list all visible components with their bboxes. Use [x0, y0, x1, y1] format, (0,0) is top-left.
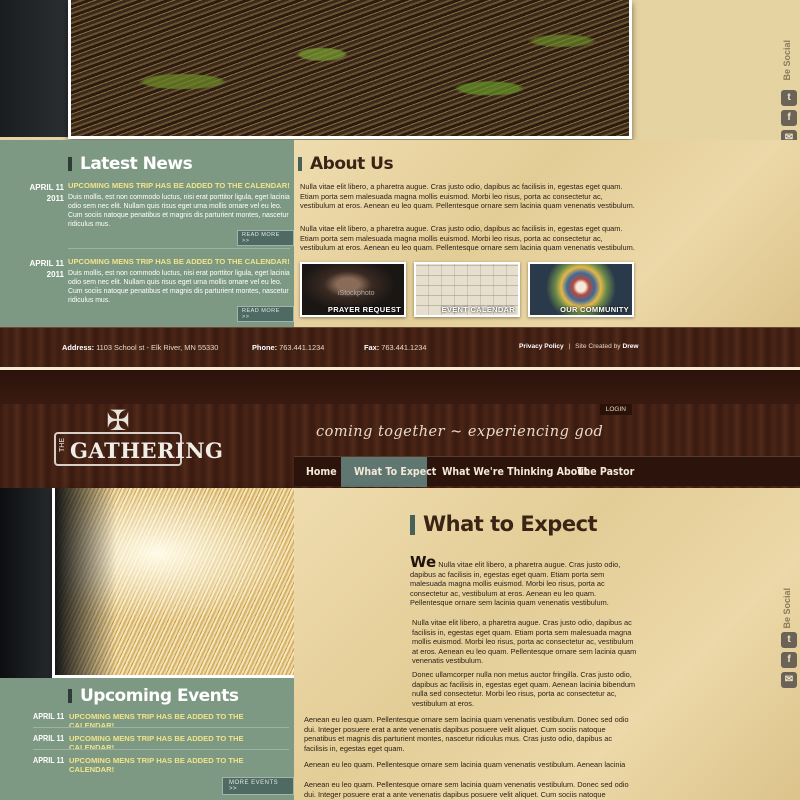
- thumb-caption: PRAYER REQUEST: [327, 305, 401, 314]
- logo-text: GATHERING: [70, 438, 224, 463]
- event-divider: [33, 727, 289, 728]
- body-paragraph: Aenean eu leo quam. Pellentesque ornare …: [304, 780, 629, 799]
- facebook-icon[interactable]: f: [781, 110, 797, 126]
- event-item[interactable]: APRIL 11 UPCOMING MENS TRIP HAS BE ADDED…: [33, 755, 289, 775]
- nav-the-pastor[interactable]: The Pastor: [577, 457, 634, 487]
- footer-fax: Fax: 763.441.1234: [364, 343, 427, 352]
- news-title-link[interactable]: UPCOMING MENS TRIP HAS BE ADDED TO THE C…: [68, 257, 290, 266]
- social-label: Be Social: [782, 40, 792, 81]
- site-header: LOGIN ✠ THE GATHERING coming together ~ …: [0, 370, 800, 488]
- page-title: What to Expect: [410, 512, 598, 536]
- title-bar-accent: [68, 689, 72, 703]
- site-credit-link[interactable]: Drew: [622, 343, 638, 350]
- site-tagline: coming together ~ experiencing god: [316, 424, 604, 440]
- about-paragraph: Nulla vitae elit libero, a pharetra augu…: [300, 182, 635, 210]
- header-top-band: [0, 370, 800, 404]
- news-body: Duis mollis, est non commodo luctus, nis…: [68, 194, 290, 228]
- read-more-button[interactable]: READ MORE >>: [237, 230, 294, 246]
- social-bar-top: Be Social t f ✉: [778, 40, 800, 150]
- social-bar-bottom: Be Social t f ✉: [778, 588, 800, 698]
- privacy-policy-link[interactable]: Privacy Policy: [519, 343, 564, 350]
- about-us-title: About Us: [298, 154, 394, 174]
- top-hero-image-grass: [68, 0, 632, 139]
- title-bar-accent: [410, 515, 415, 535]
- thumb-caption: EVENT CALENDAR: [441, 305, 515, 314]
- main-nav: Home What To Expect What We're Thinking …: [294, 456, 800, 487]
- thumb-prayer-request[interactable]: iStockphoto PRAYER REQUEST: [300, 262, 406, 317]
- event-item[interactable]: APRIL 11 UPCOMING MENS TRIP HAS BE ADDED…: [33, 733, 289, 753]
- news-date: APRIL 11 2011: [29, 183, 64, 203]
- top-footer: Address: 1103 School st - Elk River, MN …: [0, 327, 800, 367]
- what-to-expect-content: What to Expect We Nulla vitae elit liber…: [294, 488, 800, 800]
- thumb-caption: OUR COMMUNITY: [560, 305, 629, 314]
- nav-what-were-thinking-about[interactable]: What We're Thinking About: [442, 457, 589, 487]
- more-events-button[interactable]: MORE EVENTS >>: [222, 777, 294, 795]
- site-logo[interactable]: ✠ THE GATHERING: [54, 406, 223, 500]
- top-left-shadow-strip: [0, 0, 70, 137]
- latest-news-title: Latest News: [68, 154, 193, 174]
- title-bar-accent: [68, 157, 72, 171]
- intro-paragraph: We Nulla vitae elit libero, a pharetra a…: [410, 553, 621, 608]
- email-icon[interactable]: ✉: [781, 672, 797, 688]
- about-paragraph: Nulla vitae elit libero, a pharetra augu…: [300, 224, 635, 252]
- news-divider: [68, 248, 290, 249]
- news-body: Duis mollis, est non commodo luctus, nis…: [68, 270, 290, 304]
- footer-links: Privacy Policy | Site Created by Drew: [519, 343, 639, 350]
- news-title-link[interactable]: UPCOMING MENS TRIP HAS BE ADDED TO THE C…: [68, 181, 290, 190]
- twitter-icon[interactable]: t: [781, 632, 797, 648]
- body-paragraph: Aenean eu leo quam. Pellentesque ornare …: [304, 760, 626, 769]
- event-item[interactable]: APRIL 11 UPCOMING MENS TRIP HAS BE ADDED…: [33, 711, 289, 731]
- social-label: Be Social: [782, 588, 792, 629]
- event-divider: [33, 749, 289, 750]
- logo-frame: THE GATHERING: [54, 432, 223, 466]
- read-more-button[interactable]: READ MORE >>: [237, 306, 294, 322]
- title-bar-accent: [298, 157, 302, 171]
- body-paragraph: Aenean eu leo quam. Pellentesque ornare …: [304, 715, 629, 753]
- upcoming-events-title: Upcoming Events: [68, 686, 239, 706]
- nav-home[interactable]: Home: [306, 457, 337, 487]
- footer-phone: Phone: 763.441.1234: [252, 343, 325, 352]
- dropcap: We: [410, 553, 437, 571]
- twitter-icon[interactable]: t: [781, 90, 797, 106]
- logo-the-text: THE: [59, 438, 66, 452]
- body-paragraph: Nulla vitae elit libero, a pharetra augu…: [412, 618, 637, 665]
- body-paragraph: Donec ullamcorper nulla non metus auctor…: [412, 670, 636, 708]
- bottom-left-shadow-strip: [0, 488, 60, 678]
- thumb-event-calendar[interactable]: EVENT CALENDAR: [414, 262, 520, 317]
- upcoming-events-section: Upcoming Events APRIL 11 UPCOMING MENS T…: [0, 678, 294, 800]
- facebook-icon[interactable]: f: [781, 652, 797, 668]
- thumb-watermark: iStockphoto: [338, 290, 375, 297]
- latest-news-section: Latest News APRIL 11 2011 UPCOMING MENS …: [0, 140, 294, 327]
- nav-what-to-expect[interactable]: What To Expect: [354, 457, 436, 487]
- news-date: APRIL 11 2011: [29, 259, 64, 279]
- footer-address: Address: 1103 School st - Elk River, MN …: [62, 343, 219, 352]
- thumb-our-community[interactable]: OUR COMMUNITY: [528, 262, 634, 317]
- login-button[interactable]: LOGIN: [599, 404, 632, 415]
- about-us-section: About Us Nulla vitae elit libero, a phar…: [294, 140, 800, 327]
